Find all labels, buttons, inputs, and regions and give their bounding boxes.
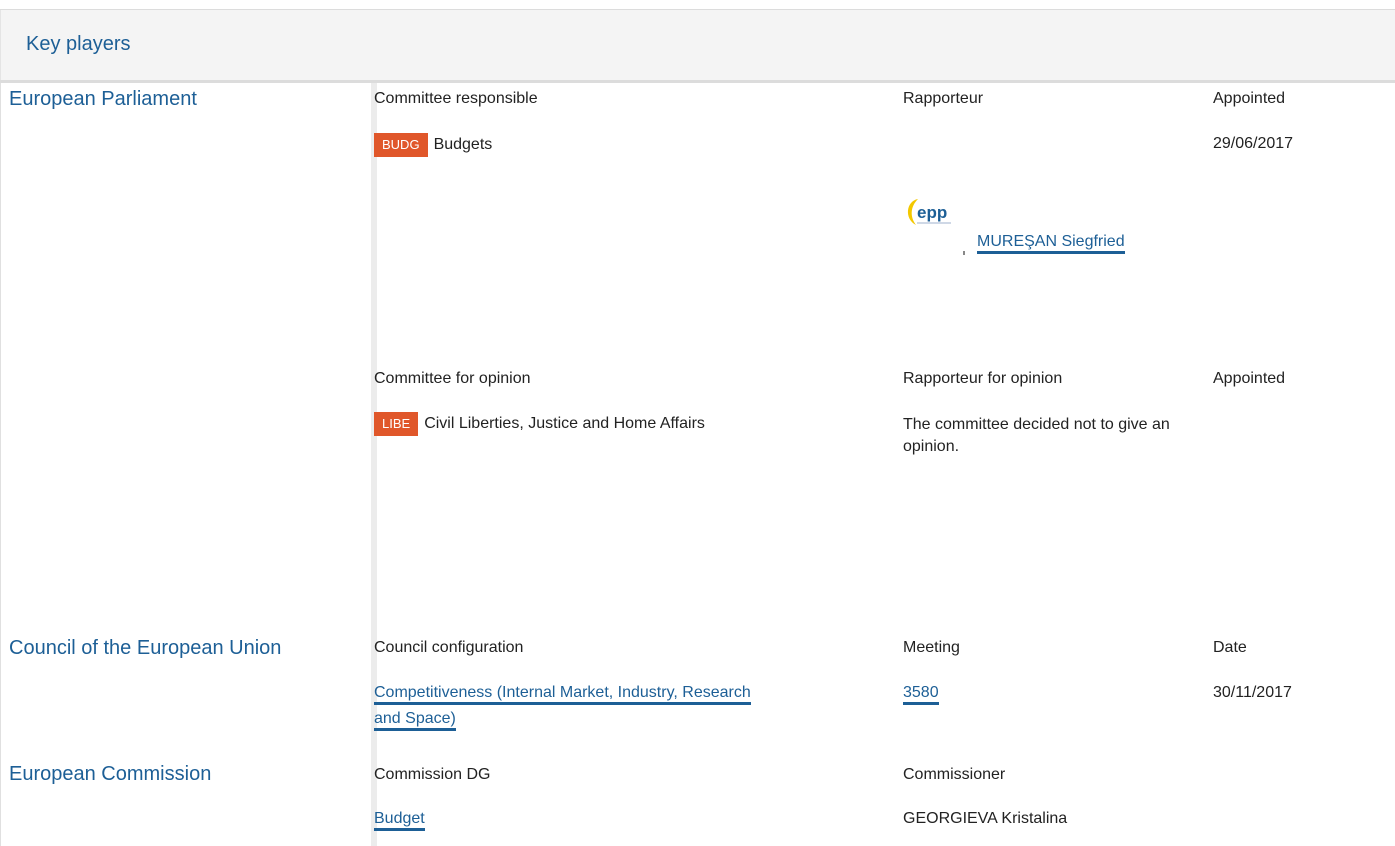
section-header: Key players — [0, 10, 1395, 80]
committee-opinion-header: Committee for opinion — [374, 370, 531, 387]
epp-party-logo: epp — [902, 191, 966, 257]
rapporteur-header: Rapporteur — [903, 90, 984, 107]
top-border — [0, 0, 1395, 10]
appointed-date: 29/06/2017 — [1213, 135, 1294, 152]
opinion-note: The committee decided not to give an opi… — [903, 416, 1170, 455]
committee-badge-libe[interactable]: LIBE — [374, 412, 419, 436]
committee-libe[interactable]: LIBE Civil Liberties, Justice and Home Af… — [374, 412, 705, 436]
council-config-header: Council configuration — [374, 639, 524, 656]
rapporteur-opinion-header: Rapporteur for opinion — [903, 370, 1063, 387]
dg-budget-link[interactable]: Budget — [374, 810, 425, 831]
rapporteur-link[interactable]: MUREŞAN Siegfried — [977, 233, 1125, 254]
meeting-number[interactable]: 3580 — [903, 680, 939, 706]
parliament-label: European Parliament — [9, 88, 197, 110]
header-divider — [0, 80, 1395, 83]
commissioner-header: Commissioner — [903, 766, 1006, 783]
section-title: Key players — [26, 33, 131, 55]
commission-dg-header: Commission DG — [374, 766, 491, 783]
commission-label: European Commission — [9, 763, 212, 785]
commission-dg[interactable]: Budget — [374, 806, 425, 832]
committee-badge-budg[interactable]: BUDG — [374, 133, 428, 157]
meeting-header: Meeting — [903, 639, 960, 656]
council-date: 30/11/2017 — [1213, 684, 1292, 701]
council-config-link-line1[interactable]: Competitiveness (Internal Market, Indust… — [374, 684, 751, 705]
committee-responsible-header: Committee responsible — [374, 90, 538, 107]
committee-opinion-name: Civil Liberties, Justice and Home Affair… — [424, 415, 705, 432]
appointed-opinion-header: Appointed — [1213, 370, 1286, 387]
left-border — [0, 83, 1, 846]
council-config-link-line2[interactable]: and Space) — [374, 710, 456, 731]
appointed-header: Appointed — [1213, 90, 1286, 107]
council-configuration[interactable]: Competitiveness (Internal Market, Indust… — [374, 680, 751, 732]
meeting-link[interactable]: 3580 — [903, 684, 939, 705]
date-header: Date — [1213, 639, 1247, 656]
epp-logo-text: epp — [917, 203, 947, 222]
commissioner-name: GEORGIEVA Kristalina — [903, 810, 1068, 827]
rapporteur-name[interactable]: MUREŞAN Siegfried — [977, 231, 1125, 254]
committee-budg[interactable]: BUDG Budgets — [374, 133, 492, 157]
committee-name: Budgets — [433, 136, 493, 153]
council-label: Council of the European Union — [9, 637, 282, 659]
